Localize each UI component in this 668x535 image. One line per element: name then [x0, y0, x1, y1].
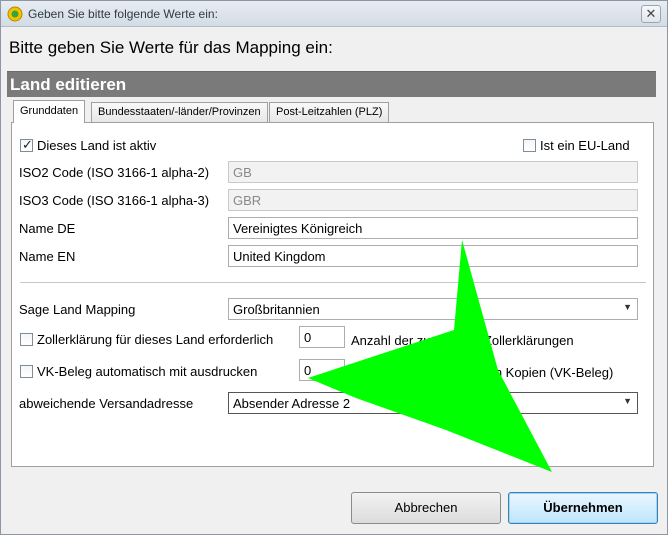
eu-checkbox[interactable]	[523, 139, 536, 152]
cancel-button[interactable]: Abbrechen	[351, 492, 501, 524]
window-title: Geben Sie bitte folgende Werte ein:	[28, 7, 218, 21]
close-button[interactable]: ✕	[641, 5, 661, 23]
sage-mapping-dropdown[interactable]: Großbritannien ▼	[228, 298, 638, 320]
customs-checkbox[interactable]	[20, 333, 33, 346]
chevron-down-icon: ▼	[623, 302, 632, 312]
section-title: Land editieren	[10, 75, 127, 94]
eu-checkbox-label: Ist ein EU-Land	[540, 138, 630, 153]
iso2-label: ISO2 Code (ISO 3166-1 alpha-2)	[19, 165, 210, 180]
shipping-address-dropdown[interactable]: Absender Adresse 2 ▼	[228, 392, 638, 414]
sage-mapping-value: Großbritannien	[233, 302, 320, 317]
divider	[20, 282, 646, 283]
customs-count-field[interactable]: 0	[299, 326, 345, 348]
section-header: Land editieren	[7, 71, 656, 97]
tab-plz[interactable]: Post-Leitzahlen (PLZ)	[269, 102, 390, 122]
active-checkbox-label: Dieses Land ist aktiv	[37, 138, 157, 153]
tab-grunddaten[interactable]: Grunddaten	[13, 100, 86, 123]
page-heading: Bitte geben Sie Werte für das Mapping ei…	[9, 38, 333, 57]
dialog-window: Geben Sie bitte folgende Werte ein: ✕ Bi…	[0, 0, 668, 535]
sage-mapping-label: Sage Land Mapping	[19, 302, 136, 317]
vk-beleg-count-field[interactable]: 0	[299, 359, 345, 381]
apply-button[interactable]: Übernehmen	[508, 492, 658, 524]
iso3-label: ISO3 Code (ISO 3166-1 alpha-3)	[19, 193, 210, 208]
iso3-field[interactable]: GBR	[228, 189, 638, 211]
name-de-field[interactable]: Vereinigtes Königreich	[228, 217, 638, 239]
name-en-field[interactable]: United Kingdom	[228, 245, 638, 267]
checkmark-icon: ✓	[22, 137, 33, 152]
chevron-down-icon: ▼	[623, 396, 632, 406]
shipping-address-value: Absender Adresse 2	[233, 396, 351, 411]
name-en-label: Name EN	[19, 249, 76, 264]
iso2-field[interactable]: GB	[228, 161, 638, 183]
customs-label: Zollerklärung für dieses Land erforderli…	[37, 332, 274, 347]
customs-count-label: Anzahl der zu drucken Zollerklärungen	[351, 333, 574, 348]
close-icon: ✕	[645, 6, 657, 21]
title-bar: Geben Sie bitte folgende Werte ein: ✕	[1, 1, 667, 27]
name-de-label: Name DE	[19, 221, 76, 236]
vk-beleg-checkbox[interactable]	[20, 365, 33, 378]
app-icon	[7, 6, 23, 22]
shipping-address-label: abweichende Versandadresse	[19, 396, 194, 411]
tab-bundesstaaten[interactable]: Bundesstaaten/-länder/Provinzen	[91, 102, 268, 122]
vk-beleg-label: VK-Beleg automatisch mit ausdrucken	[37, 364, 258, 379]
tab-panel-grunddaten: ✓ Dieses Land ist aktiv Ist ein EU-Land …	[11, 122, 654, 467]
vk-beleg-count-label: Anzahl der zu druckenden Kopien (VK-Bele…	[351, 365, 614, 380]
active-checkbox[interactable]: ✓	[20, 137, 33, 152]
